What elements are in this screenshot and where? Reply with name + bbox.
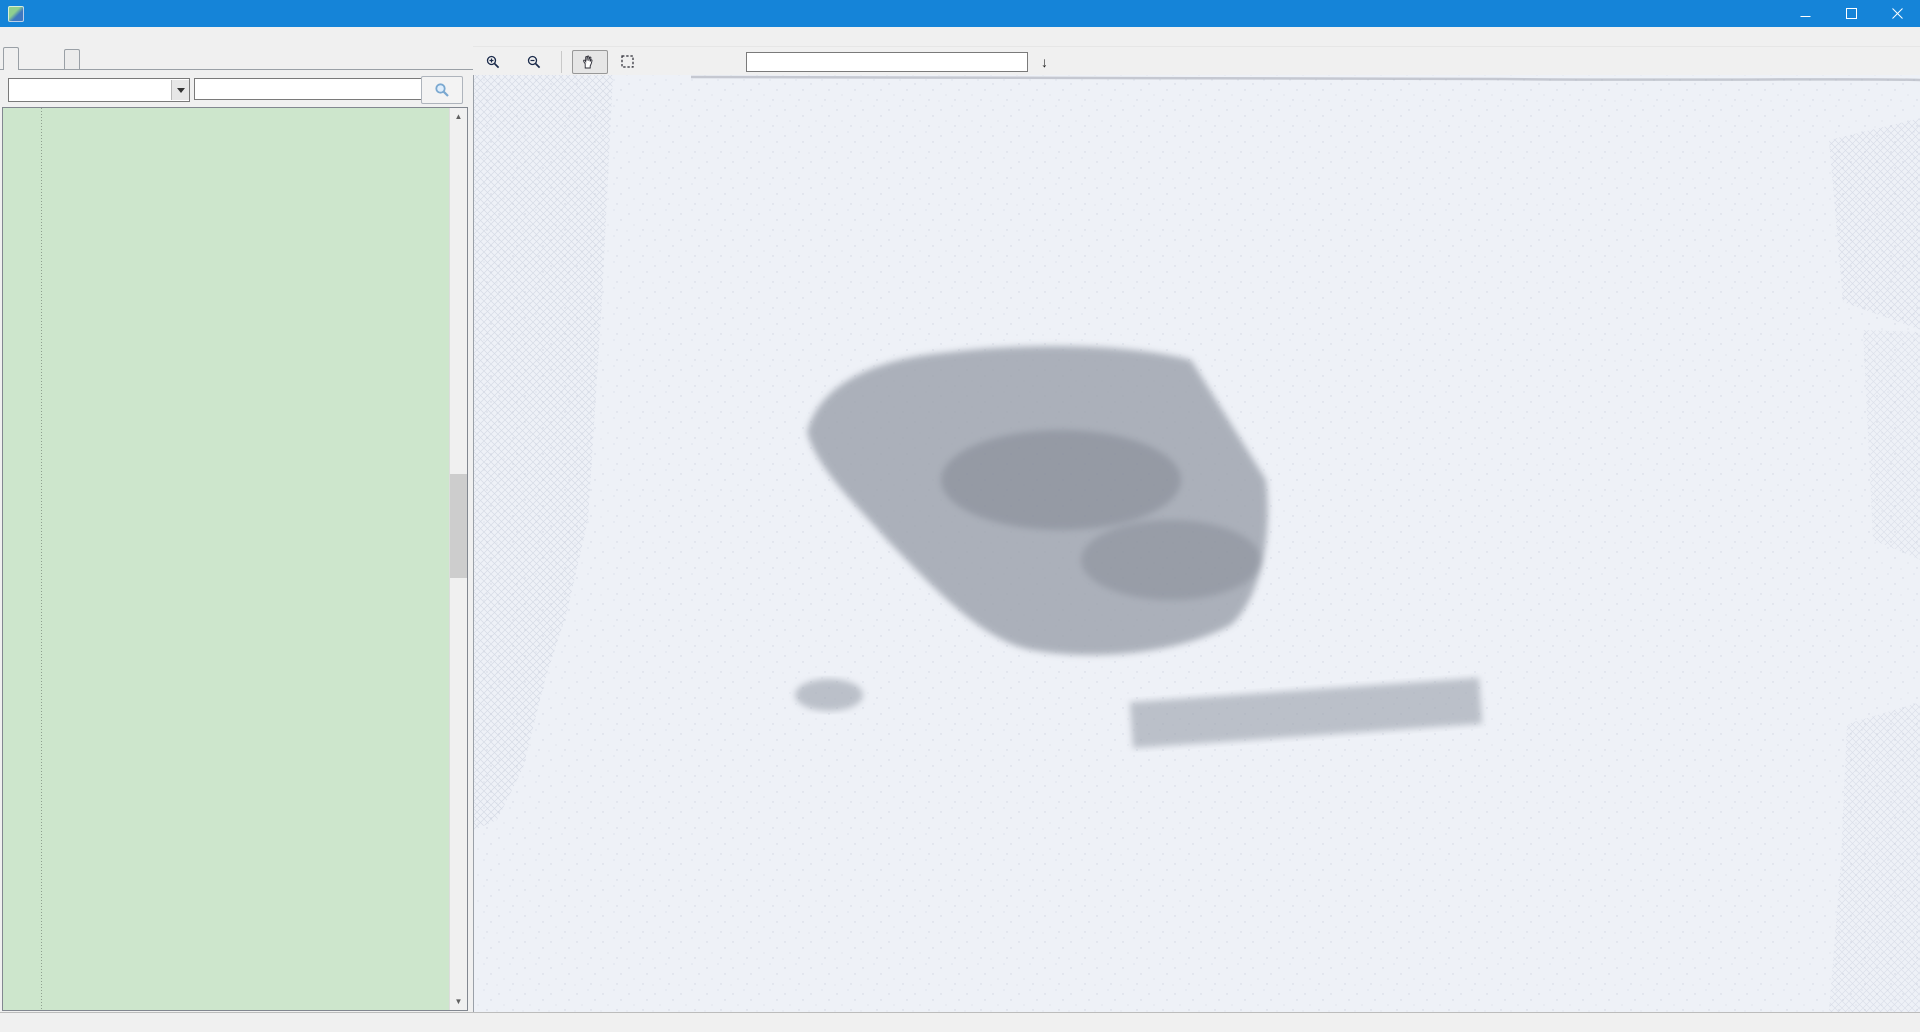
tab-quick-goto[interactable] [64,49,80,69]
window-controls [1782,0,1920,27]
sidebar: ▲ ▼ [0,46,473,1012]
scrollbar-thumb[interactable] [450,474,467,578]
close-button[interactable] [1874,0,1920,27]
zoom-out-button[interactable] [518,50,555,74]
minimize-button[interactable] [1782,0,1828,27]
toolbar-separator [561,51,562,73]
minimize-icon [1800,8,1811,19]
scroll-up-icon[interactable]: ▲ [450,108,467,125]
search-mode-combobox[interactable] [8,78,190,102]
pan-map-button[interactable] [572,50,608,74]
tab-maps-tree[interactable] [3,47,19,70]
sidebar-search-row [0,76,473,106]
download-button[interactable]: ↓ [1032,49,1062,75]
toolbar-input[interactable] [746,52,1028,72]
title-bar[interactable] [0,0,1920,27]
zoom-in-icon [486,55,500,69]
map-canvas[interactable] [474,75,1920,1012]
zoom-in-button[interactable] [477,50,514,74]
maps-tree: ▲ ▼ [2,107,468,1011]
app-icon [8,6,24,22]
tree-guide-line [41,108,42,1010]
rectangle-button[interactable] [612,50,648,73]
combobox-dropdown-button[interactable] [171,80,189,100]
chevron-down-icon [177,88,185,97]
map-toolbar: ↓ [473,46,1920,76]
search-icon [434,82,450,98]
scroll-down-icon[interactable]: ▼ [450,993,467,1010]
map-viewport [473,75,1920,1012]
keyword-input[interactable] [194,78,423,100]
menu-bar [0,27,1920,47]
hand-icon [581,55,594,69]
maximize-icon [1846,8,1857,19]
download-icon: ↓ [1041,54,1048,70]
tree-scrollbar[interactable]: ▲ ▼ [449,108,467,1010]
zoom-out-icon [527,55,541,69]
maximize-button[interactable] [1828,0,1874,27]
search-button[interactable] [421,76,463,104]
close-icon [1892,8,1903,19]
status-bar [0,1012,1920,1032]
rectangle-select-icon [621,55,634,68]
app-window: ▲ ▼ [0,0,1920,1032]
sidebar-tabs [0,47,473,70]
